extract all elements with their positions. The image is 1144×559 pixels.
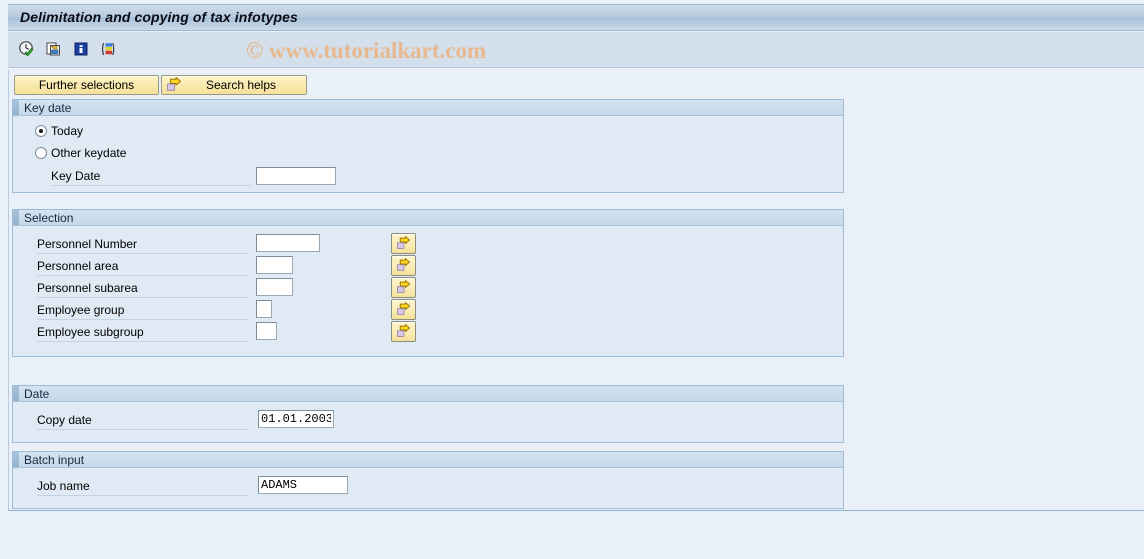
window-title-bar: Delimitation and copying of tax infotype… [8,4,1144,31]
selection-screen-canvas: Further selections Search helps Key date [8,70,1144,511]
execute-clock-icon[interactable] [16,38,38,60]
key-date-input[interactable] [256,167,336,185]
key-date-group-title: Key date [24,101,72,115]
personnel-number-multiple-selection-button[interactable] [391,233,416,254]
variant-icon[interactable] [97,38,119,60]
radio-today-marker[interactable] [35,125,47,137]
selection-group-header: Selection [13,210,843,226]
personnel-subarea-input[interactable] [256,278,293,296]
batch-input-group: Batch input Job name [12,451,844,509]
search-helps-arrow-icon [166,77,182,93]
copy-icon[interactable] [43,38,65,60]
radio-other-keydate[interactable]: Other keydate [35,146,126,160]
date-group: Date Copy date [12,385,844,443]
personnel-area-label: Personnel area [37,259,249,276]
personnel-area-row: Personnel area [13,255,843,276]
personnel-subarea-label: Personnel subarea [37,281,249,298]
personnel-number-label: Personnel Number [37,237,249,254]
batch-input-group-title: Batch input [24,453,85,467]
batch-input-group-header: Batch input [13,452,843,468]
search-helps-button-label: Search helps [205,78,277,92]
employee-group-input[interactable] [256,300,272,318]
personnel-subarea-row: Personnel subarea [13,277,843,298]
radio-today-label: Today [51,124,84,138]
personnel-area-multiple-selection-button[interactable] [391,255,416,276]
further-selections-button[interactable]: Further selections [14,75,159,95]
personnel-subarea-multiple-selection-button[interactable] [391,277,416,298]
key-date-label: Key Date [51,169,251,186]
batch-input-group-body: Job name [13,468,843,508]
search-helps-button[interactable]: Search helps [161,75,307,95]
employee-group-row: Employee group [13,299,843,320]
employee-subgroup-input[interactable] [256,322,277,340]
key-date-group-header: Key date [13,100,843,116]
employee-subgroup-row: Employee subgroup [13,321,843,342]
selection-group-title: Selection [24,211,74,225]
date-group-body: Copy date [13,402,843,442]
copy-date-row: Copy date [13,410,843,430]
date-group-title: Date [24,387,50,401]
page-title: Delimitation and copying of tax infotype… [20,9,298,25]
key-date-group: Key date Today Other keydate Key Date [12,99,844,193]
selection-button-row: Further selections Search helps [14,75,307,95]
application-toolbar [8,32,1144,68]
copy-date-label: Copy date [37,413,249,430]
personnel-number-row: Personnel Number [13,233,843,254]
selection-group: Selection Personnel Number Personnel are… [12,209,844,357]
job-name-row: Job name [13,476,843,496]
employee-group-label: Employee group [37,303,249,320]
key-date-group-body: Today Other keydate Key Date [13,116,843,192]
copy-date-input[interactable] [258,410,334,428]
site-watermark: © www.tutorialkart.com [246,38,487,63]
radio-other-keydate-label: Other keydate [51,146,127,160]
job-name-label: Job name [37,479,249,496]
radio-today[interactable]: Today [35,124,83,138]
personnel-number-input[interactable] [256,234,320,252]
job-name-input[interactable] [258,476,348,494]
radio-other-keydate-marker[interactable] [35,147,47,159]
info-icon[interactable] [70,38,92,60]
sap-application-window: Delimitation and copying of tax infotype… [0,0,1144,559]
key-date-field-row: Key Date [13,166,843,186]
employee-group-multiple-selection-button[interactable] [391,299,416,320]
further-selections-button-label: Further selections [38,78,135,92]
date-group-header: Date [13,386,843,402]
selection-group-body: Personnel Number Personnel area Personne… [13,226,843,356]
toolbar-icon-group [16,38,119,60]
personnel-area-input[interactable] [256,256,293,274]
employee-subgroup-label: Employee subgroup [37,325,249,342]
employee-subgroup-multiple-selection-button[interactable] [391,321,416,342]
